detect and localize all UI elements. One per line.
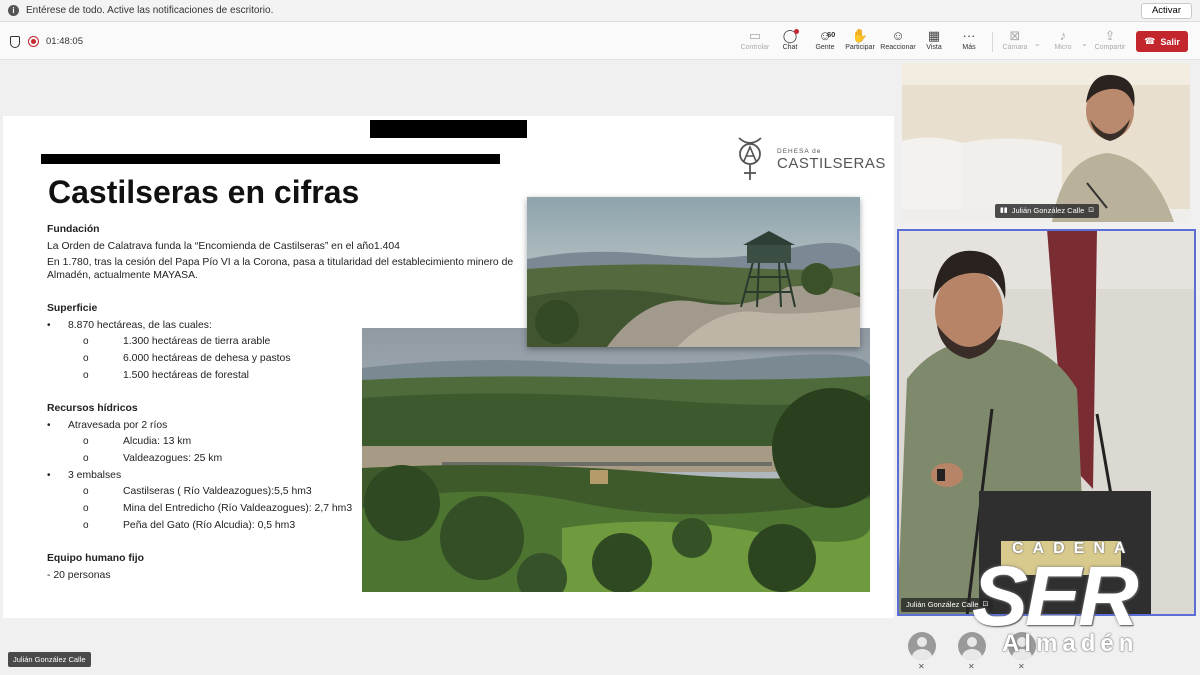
participant-avatar[interactable] <box>908 632 936 660</box>
mic-options-chevron-icon[interactable]: ⌄ <box>1081 39 1088 48</box>
self-name-tag: Julián González Calle <box>8 652 91 667</box>
sub-bullet-marker: o <box>83 353 89 364</box>
list-item: 1.300 hectáreas de tierra arable <box>123 336 271 347</box>
participant-name: Julián González Calle <box>1011 206 1085 215</box>
share-icon: ⇪ <box>1104 28 1116 43</box>
toolbar-divider <box>992 32 993 52</box>
unread-dot <box>794 29 799 34</box>
sub-bullet-marker: o <box>83 503 89 514</box>
superficie-heading: Superficie <box>47 303 98 314</box>
sub-bullet-marker: o <box>83 486 89 497</box>
castilseras-emblem-icon <box>738 137 762 180</box>
view-button[interactable]: ▦ Vista <box>914 27 954 57</box>
list-item: 6.000 hectáreas de dehesa y pastos <box>123 353 291 364</box>
mic-label: Micro <box>1054 44 1072 51</box>
mic-off-icon: ♪ <box>1059 28 1067 43</box>
people-count: 60 <box>827 30 836 39</box>
participant-name-tag: ▮▮ Julián González Calle ⊡ <box>995 204 1100 218</box>
chat-button[interactable]: ◯ Chat <box>770 27 810 57</box>
reservoirs-line: 3 embalses <box>68 470 122 481</box>
hangup-icon: ☎ <box>1144 36 1156 46</box>
list-item: 1.500 hectáreas de forestal <box>123 370 249 381</box>
recording-icon <box>28 36 39 47</box>
redaction-bar <box>41 154 500 164</box>
notification-message: Entérese de todo. Active las notificacio… <box>26 5 274 16</box>
smiley-icon: ☺ <box>891 28 905 43</box>
hand-icon: ✋ <box>851 28 869 43</box>
list-item: Alcudia: 13 km <box>123 436 192 447</box>
share-label: Compartir <box>1094 44 1126 51</box>
screen-control-icon: ▭ <box>748 28 762 43</box>
react-button[interactable]: ☺ Reaccionar <box>878 27 918 57</box>
fundacion-line: En 1.780, tras la cesión del Papa Pío VI… <box>47 257 514 281</box>
sub-bullet-marker: o <box>83 436 89 447</box>
participant-name: Julián González Calle <box>906 600 979 609</box>
people-button[interactable]: ☺ 60 Gente <box>805 27 845 57</box>
rivers-line: Atravesada por 2 ríos <box>68 420 168 431</box>
fundacion-heading: Fundación <box>47 224 100 235</box>
chat-label: Chat <box>782 44 798 51</box>
bullet-marker: • <box>47 320 51 331</box>
view-label: Vista <box>926 44 942 51</box>
redaction-bar <box>370 120 527 138</box>
more-label: Más <box>962 44 976 51</box>
camera-button[interactable]: ⊠ Cámara <box>995 27 1035 57</box>
mic-muted-icon: ✕ <box>968 662 975 671</box>
pin-icon: ⊡ <box>1088 207 1095 214</box>
list-item: Peña del Gato (Río Alcudia): 0,5 hm3 <box>123 520 296 531</box>
info-icon: i <box>8 5 19 16</box>
logo-brand-text: CASTILSERAS <box>777 155 886 172</box>
camera-label: Cámara <box>1002 44 1028 51</box>
sub-bullet-marker: o <box>83 453 89 464</box>
meeting-toolbar: 01:48:05 ▭ Controlar ◯ Chat ☺ 60 Gente ✋… <box>0 22 1200 60</box>
control-button[interactable]: ▭ Controlar <box>735 27 775 57</box>
leave-button[interactable]: ☎ Salir <box>1136 31 1188 52</box>
participant-video <box>902 63 1190 222</box>
reservoir-photo <box>362 328 870 592</box>
castilseras-logo: DEHESA de CASTILSERAS <box>735 136 885 184</box>
fundacion-line: La Orden de Calatrava funda la “Encomien… <box>47 241 400 252</box>
shared-slide: DEHESA de CASTILSERAS Castilseras en cif… <box>3 116 894 618</box>
sub-bullet-marker: o <box>83 336 89 347</box>
leave-label: Salir <box>1160 36 1180 47</box>
mic-muted-icon: ✕ <box>1018 662 1025 671</box>
bullet-marker: • <box>47 470 51 481</box>
bullet-marker: • <box>47 420 51 431</box>
activate-notifications-button[interactable]: Activar <box>1140 3 1192 19</box>
camera-off-icon: ⊠ <box>1009 28 1021 43</box>
logo-small-text: DEHESA de <box>777 148 822 155</box>
list-item: Valdeazogues: 25 km <box>123 453 223 464</box>
share-button[interactable]: ⇪ Compartir <box>1090 27 1130 57</box>
sub-bullet-marker: o <box>83 520 89 531</box>
watchtower-photo <box>527 197 860 347</box>
notification-bar: i Entérese de todo. Active las notificac… <box>0 0 1200 22</box>
watermark-city: Almadén <box>1002 630 1139 657</box>
raise-hand-button[interactable]: ✋ Participar <box>840 27 880 57</box>
people-icon: ☺ <box>818 28 832 43</box>
audio-level-icon: ▮▮ <box>1000 207 1008 214</box>
equipo-value: - 20 personas <box>47 570 111 581</box>
more-icon: ··· <box>962 28 976 43</box>
slide-title: Castilseras en cifras <box>48 174 360 210</box>
mic-button[interactable]: ♪ Micro <box>1043 27 1083 57</box>
list-item: Mina del Entredicho (Río Valdeazogues): … <box>123 503 353 514</box>
camera-options-chevron-icon[interactable]: ⌄ <box>1034 39 1041 48</box>
control-label: Controlar <box>740 44 770 51</box>
equipo-heading: Equipo humano fijo <box>47 553 144 564</box>
mic-muted-icon: ✕ <box>918 662 925 671</box>
react-label: Reaccionar <box>880 44 916 51</box>
more-button[interactable]: ··· Más <box>949 27 989 57</box>
chat-icon: ◯ <box>782 28 798 43</box>
shield-icon[interactable] <box>10 36 20 48</box>
sub-bullet-marker: o <box>83 370 89 381</box>
meeting-timer: 01:48:05 <box>46 36 83 47</box>
layout-icon: ▦ <box>927 28 941 43</box>
participant-video-tile[interactable]: ▮▮ Julián González Calle ⊡ <box>902 63 1190 222</box>
list-item: Castilseras ( Río Valdeazogues):5,5 hm3 <box>123 486 312 497</box>
superficie-main: 8.870 hectáreas, de las cuales: <box>68 320 212 331</box>
recursos-heading: Recursos hídricos <box>47 403 138 414</box>
raise-hand-label: Participar <box>845 44 875 51</box>
people-label: Gente <box>815 44 835 51</box>
